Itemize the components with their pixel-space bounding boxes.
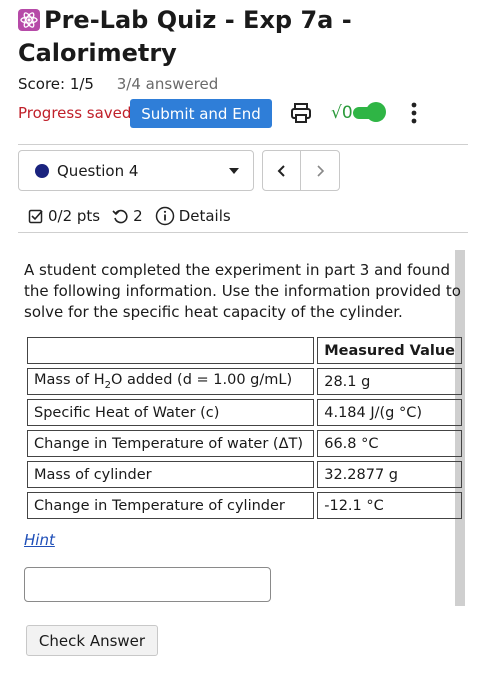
chevron-left-icon	[277, 164, 285, 177]
score-text: Score: 1/5	[18, 75, 94, 93]
question-nav-buttons	[262, 150, 340, 191]
table-header-measured-value: Measured Value	[317, 337, 462, 364]
row-value: 66.8 °C	[317, 430, 462, 457]
table-header-row: Measured Value	[27, 337, 462, 364]
sqrt-icon: √0	[331, 103, 353, 123]
toggle-switch[interactable]	[352, 102, 386, 122]
math-mode-toggle[interactable]: √0	[331, 100, 386, 126]
previous-question-button[interactable]	[263, 151, 302, 190]
row-value: 28.1 g	[317, 368, 462, 395]
table-row: Specific Heat of Water (c) 4.184 J/(g °C…	[27, 399, 462, 426]
table-row: Change in Temperature of water (ΔT) 66.8…	[27, 430, 462, 457]
print-icon[interactable]	[289, 101, 313, 125]
info-icon	[155, 206, 174, 226]
question-meta: 0/2 pts 2 Details	[28, 204, 243, 228]
toggle-knob	[365, 102, 386, 122]
details-text: Details	[178, 207, 231, 225]
points-text: 0/2 pts	[48, 207, 101, 225]
header-divider	[18, 144, 468, 145]
row-value: 32.2877 g	[317, 461, 462, 488]
selected-question: Question 4	[57, 162, 139, 180]
data-table: Measured Value Mass of H2O added (d = 1.…	[24, 333, 465, 523]
details-link[interactable]: Details	[155, 206, 231, 226]
table-row: Mass of H2O added (d = 1.00 g/mL) 28.1 g	[27, 368, 462, 395]
row-value: -12.1 °C	[317, 492, 462, 519]
row-value: 4.184 J/(g °C)	[317, 399, 462, 426]
meta-divider	[18, 232, 468, 233]
chevron-down-icon	[229, 168, 239, 174]
answer-input[interactable]	[24, 567, 271, 602]
answered-count: 3/4 answered	[116, 75, 219, 93]
row-label: Mass of H2O added (d = 1.00 g/mL)	[27, 368, 315, 395]
page-title: Pre-Lab Quiz - Exp 7a - Calorimetry	[18, 4, 458, 70]
question-select[interactable]: Question 4	[18, 150, 254, 191]
attempts-text: 2	[133, 207, 143, 225]
table-row: Change in Temperature of cylinder -12.1 …	[27, 492, 462, 519]
more-options-icon[interactable]	[406, 100, 422, 126]
row-label: Specific Heat of Water (c)	[27, 399, 315, 426]
score-line: Score: 1/5 3/4 answered	[18, 74, 218, 94]
question-text: A student completed the experiment in pa…	[24, 261, 461, 321]
progress-saved-status: Progress saved	[18, 104, 132, 122]
check-answer-button[interactable]: Check Answer	[26, 625, 158, 656]
data-table-container: Measured Value Mass of H2O added (d = 1.…	[24, 333, 465, 523]
submit-and-end-button[interactable]: Submit and End	[130, 99, 272, 128]
hint-link[interactable]: Hint	[24, 531, 55, 549]
chevron-right-icon	[317, 164, 325, 177]
points-info: 0/2 pts	[28, 207, 100, 225]
row-label: Change in Temperature of water (ΔT)	[27, 430, 315, 457]
checkbox-icon	[28, 209, 43, 224]
question-status-dot	[35, 164, 49, 178]
retry-icon	[112, 209, 128, 223]
row-label: Change in Temperature of cylinder	[27, 492, 315, 519]
table-row: Mass of cylinder 32.2877 g	[27, 461, 462, 488]
attempts-info: 2	[112, 207, 143, 225]
atom-icon	[18, 9, 40, 31]
table-header-empty	[27, 337, 315, 364]
row-label: Mass of cylinder	[27, 461, 315, 488]
page-title-text: Pre-Lab Quiz - Exp 7a - Calorimetry	[18, 6, 352, 67]
next-question-button[interactable]	[301, 151, 339, 190]
